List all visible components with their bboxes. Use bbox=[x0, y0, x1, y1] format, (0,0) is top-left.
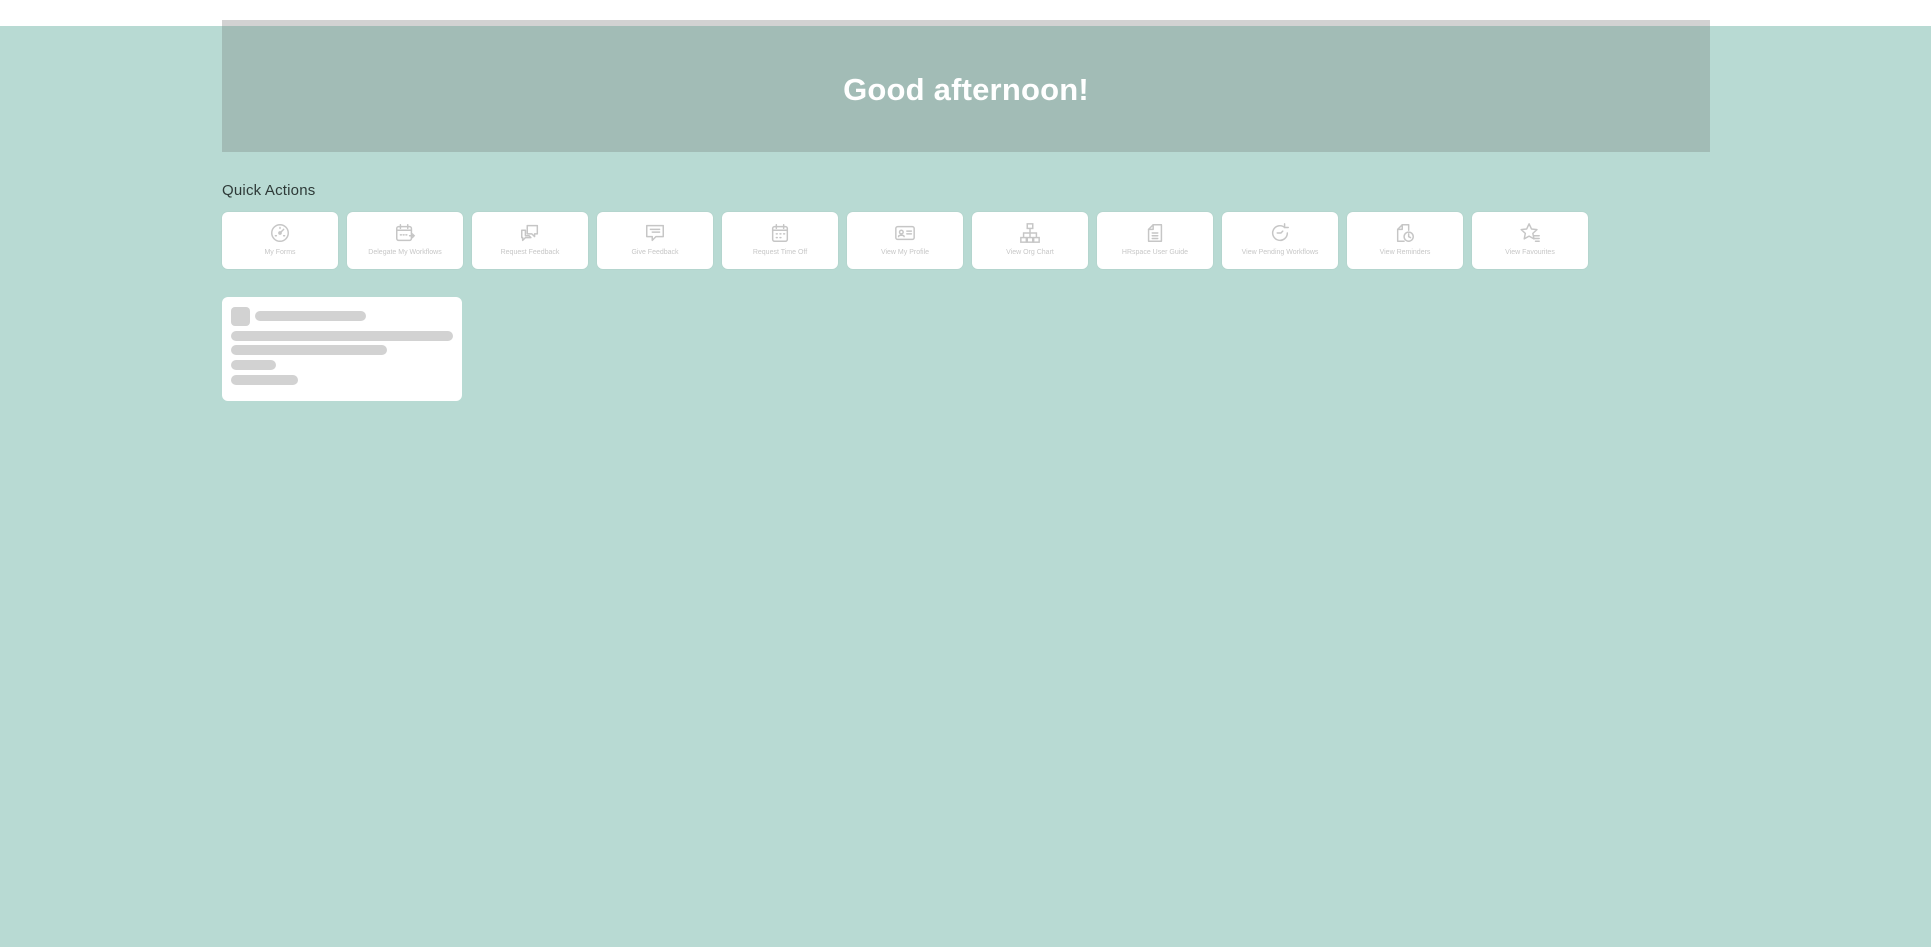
calendar-icon bbox=[769, 222, 791, 244]
skeleton-avatar bbox=[231, 307, 250, 326]
quick-action-label: Delegate My Workflows bbox=[368, 249, 442, 256]
skeleton-line bbox=[231, 331, 453, 341]
gauge-icon bbox=[269, 222, 291, 244]
quick-action-label: View My Profile bbox=[880, 249, 930, 256]
quick-action-view-favourites[interactable]: View Favourites bbox=[1472, 212, 1588, 269]
loading-card bbox=[222, 297, 462, 401]
quick-actions-heading: Quick Actions bbox=[222, 182, 316, 199]
document-clock-icon bbox=[1394, 222, 1416, 244]
quick-action-label: My Forms bbox=[264, 249, 296, 256]
refresh-icon bbox=[1269, 222, 1291, 244]
skeleton-title-line bbox=[255, 311, 366, 321]
quick-action-label: Give Feedback bbox=[631, 249, 679, 256]
skeleton-line bbox=[231, 360, 276, 370]
quick-action-view-reminders[interactable]: View Reminders bbox=[1347, 212, 1463, 269]
quick-action-my-forms[interactable]: My Forms bbox=[222, 212, 338, 269]
greeting-title: Good afternoon! bbox=[843, 72, 1089, 107]
skeleton-line bbox=[231, 345, 387, 355]
quick-action-label: HRspace User Guide bbox=[1121, 249, 1189, 256]
skeleton-line bbox=[231, 375, 298, 385]
org-chart-icon bbox=[1019, 222, 1041, 244]
greeting-banner: Good afternoon! bbox=[222, 20, 1710, 152]
quick-action-request-feedback[interactable]: Request Feedback bbox=[472, 212, 588, 269]
quick-action-label: View Favourites bbox=[1505, 249, 1555, 256]
quick-action-view-profile[interactable]: View My Profile bbox=[847, 212, 963, 269]
quick-action-label: View Pending Workflows bbox=[1241, 249, 1319, 256]
quick-action-view-org-chart[interactable]: View Org Chart bbox=[972, 212, 1088, 269]
quick-action-pending-workflows[interactable]: View Pending Workflows bbox=[1222, 212, 1338, 269]
id-card-icon bbox=[894, 222, 916, 244]
chat-lines-icon bbox=[644, 222, 666, 244]
quick-actions-row: My Forms Delegate My Workflows Request F… bbox=[222, 212, 1588, 269]
quick-action-request-time-off[interactable]: Request Time Off bbox=[722, 212, 838, 269]
quick-action-delegate-workflows[interactable]: Delegate My Workflows bbox=[347, 212, 463, 269]
chat-bubbles-icon bbox=[519, 222, 541, 244]
quick-action-label: Request Time Off bbox=[752, 249, 808, 256]
quick-action-label: View Reminders bbox=[1379, 249, 1431, 256]
quick-action-label: View Org Chart bbox=[1006, 249, 1054, 256]
calendar-arrow-icon bbox=[394, 222, 416, 244]
star-list-icon bbox=[1519, 222, 1541, 244]
document-icon bbox=[1144, 222, 1166, 244]
quick-action-give-feedback[interactable]: Give Feedback bbox=[597, 212, 713, 269]
quick-action-label: Request Feedback bbox=[500, 249, 560, 256]
quick-action-user-guide[interactable]: HRspace User Guide bbox=[1097, 212, 1213, 269]
